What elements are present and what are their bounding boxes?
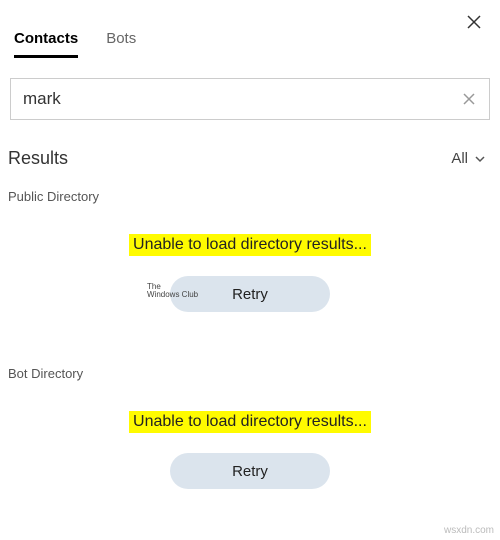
- close-icon: [466, 14, 482, 30]
- filter-label: All: [451, 150, 468, 167]
- results-label: Results: [8, 148, 68, 169]
- public-error-message: Unable to load directory results...: [129, 234, 371, 256]
- tabs-bar: Contacts Bots: [0, 0, 500, 58]
- close-button[interactable]: [466, 14, 482, 30]
- bot-retry-button[interactable]: Retry: [170, 453, 330, 489]
- search-input[interactable]: [23, 89, 461, 109]
- clear-search-button[interactable]: [461, 91, 477, 107]
- corner-watermark: wsxdn.com: [444, 525, 494, 536]
- bot-error-message: Unable to load directory results...: [129, 411, 371, 433]
- section-bot-label: Bot Directory: [0, 346, 500, 381]
- tab-contacts[interactable]: Contacts: [14, 30, 78, 58]
- chevron-down-icon: [474, 153, 486, 165]
- results-header: Results All: [0, 120, 500, 169]
- public-retry-button[interactable]: Retry: [170, 276, 330, 312]
- section-public-label: Public Directory: [0, 169, 500, 204]
- public-error-block: Unable to load directory results... Retr…: [0, 234, 500, 312]
- clear-icon: [461, 91, 477, 107]
- tab-bots[interactable]: Bots: [106, 30, 136, 58]
- filter-dropdown[interactable]: All: [451, 150, 486, 167]
- bot-error-block: Unable to load directory results... Retr…: [0, 411, 500, 489]
- search-field-wrap: [10, 78, 490, 120]
